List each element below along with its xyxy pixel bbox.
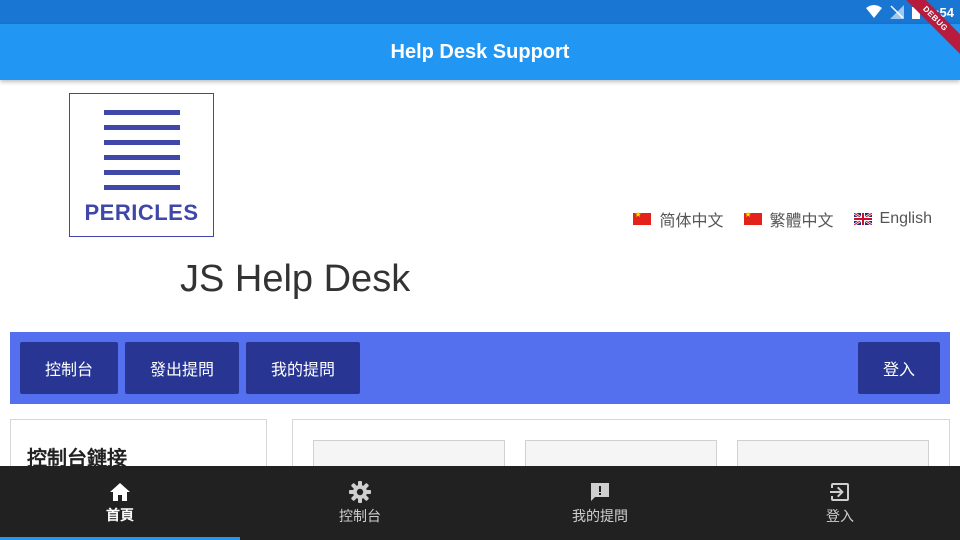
logo-text: PERICLES [84, 200, 199, 225]
bottom-nav-login[interactable]: 登入 [720, 466, 960, 540]
bottom-nav-label: 首頁 [106, 506, 134, 523]
lang-english[interactable]: English [853, 210, 932, 228]
logo-lines-icon [104, 110, 180, 200]
language-selector: 简体中文 繁體中文 English [633, 207, 932, 231]
dashboard-button[interactable]: 控制台 [20, 342, 118, 394]
lang-label: English [879, 210, 932, 227]
app-screen: 4:54 DEBUG Help Desk Support PERICLES 简体… [0, 0, 960, 540]
lang-traditional-chinese[interactable]: 繁體中文 [743, 207, 834, 231]
app-title: Help Desk Support [390, 40, 570, 63]
my-tickets-button[interactable]: 我的提問 [246, 342, 360, 394]
gear-icon [349, 480, 371, 503]
bottom-nav-my-tickets[interactable]: 我的提問 [480, 466, 720, 540]
bottom-nav-home[interactable]: 首頁 [0, 466, 240, 540]
bottom-nav-label: 控制台 [339, 507, 381, 524]
no-signal-icon [889, 5, 904, 19]
login-icon [830, 482, 849, 501]
cn-flag-icon [743, 210, 762, 225]
page-title: JS Help Desk [180, 258, 411, 300]
bottom-navigation: 首頁 控制台 我的提問 登入 [0, 466, 960, 540]
new-ticket-button[interactable]: 發出提問 [125, 342, 239, 394]
pericles-logo: PERICLES [69, 93, 214, 237]
feedback-icon [591, 482, 609, 501]
bottom-nav-label: 我的提問 [572, 507, 628, 524]
uk-flag-icon [853, 213, 872, 225]
nav-bar: 控制台 發出提問 我的提問 登入 [10, 332, 950, 404]
bottom-nav-label: 登入 [826, 507, 854, 524]
lang-label: 繁體中文 [769, 213, 834, 230]
wifi-icon [865, 5, 882, 18]
lang-label: 简体中文 [659, 213, 724, 230]
cn-flag-icon [633, 210, 652, 225]
lang-simplified-chinese[interactable]: 简体中文 [633, 207, 724, 231]
status-bar: 4:54 [0, 0, 960, 24]
bottom-nav-dashboard[interactable]: 控制台 [240, 466, 480, 540]
home-icon [110, 482, 130, 501]
app-bar: Help Desk Support [0, 24, 960, 80]
login-button[interactable]: 登入 [858, 342, 940, 394]
